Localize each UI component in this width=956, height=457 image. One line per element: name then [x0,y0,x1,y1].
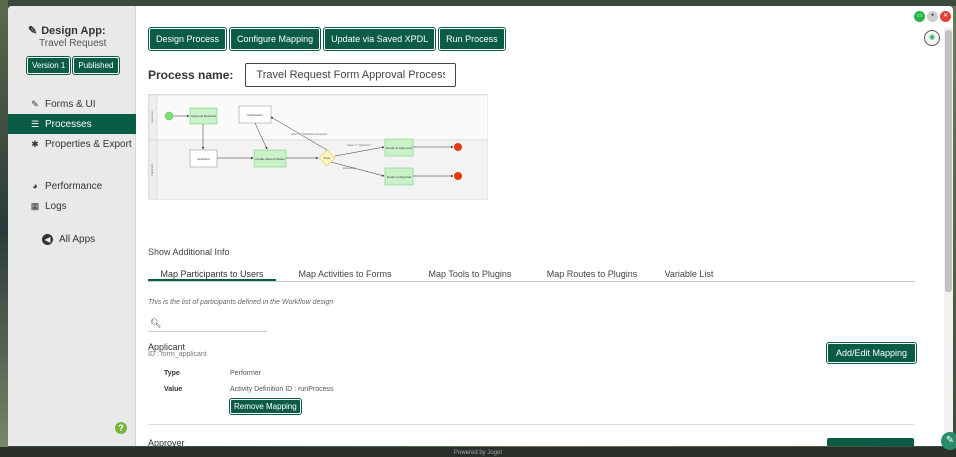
lane-label-applicant: Applicant [150,164,154,177]
scrollbar-thumb[interactable] [945,30,952,292]
participant-id: ID : form_applicant [148,351,207,358]
help-icon[interactable]: ? [115,422,127,434]
app-header: ✎ Design App: Travel Request Version 1 P… [8,6,135,75]
vertical-scrollbar[interactable] [944,28,953,446]
desktop-left-edge [0,0,8,457]
sidebar-item-performance[interactable]: ◕ Performance [8,176,136,196]
window-controls: ▭ ✦ ✕ [914,11,951,22]
tab-variable-list[interactable]: Variable List [658,264,720,281]
close-icon[interactable]: ✕ [940,11,951,22]
search-icon: 🔍︎ [150,318,162,328]
sidebar: ✎ Design App: Travel Request Version 1 P… [8,6,136,446]
value-label: Value [164,386,183,393]
sidebar-item-properties[interactable]: ✱ Properties & Export [8,134,136,154]
edit-icon: ✎ [31,98,39,109]
app-window: ✎ Design App: Travel Request Version 1 P… [8,6,953,446]
email-rejected-label: Email on Rejected [387,175,412,179]
run-process-button[interactable]: Run Process [438,27,506,51]
lane-label-approver: Approver [150,111,154,123]
participant-divider [148,424,915,425]
process-name-row: Process name: [148,63,457,87]
sidebar-item-label: Logs [45,200,67,212]
powered-by: Powered by Joget [453,450,503,456]
sidebar-item-forms[interactable]: ✎ Forms & UI [8,94,136,114]
approval-required-label: Approval Required [191,114,216,118]
sidebar-item-logs[interactable]: ▦ Logs [8,196,136,216]
dashboard-icon: ◕ [32,181,38,191]
value-value: Activity Definition ID : runProcess [230,386,334,393]
type-value: Performer [230,370,262,377]
maximize-icon[interactable]: ▭ [914,11,925,22]
sidebar-nav: ✎ Forms & UI ☰ Processes ✱ Properties & … [8,94,136,245]
sidebar-item-label: Properties & Export [45,138,132,150]
tab-map-participants[interactable]: Map Participants to Users [148,264,276,281]
start-node [164,111,174,121]
applicant-label: Applicant [197,157,210,161]
pin-icon[interactable]: ✦ [927,11,938,22]
app-title-text: Design App: [41,24,106,37]
pencil-icon[interactable]: ✎ [941,432,956,450]
clarification-label: Clarification [247,113,263,117]
add-edit-mapping-button-next[interactable] [827,438,914,446]
update-xpdl-button[interactable]: Update via Saved XPDL [323,27,437,51]
email-approved-label: Email on Approved [386,146,412,150]
arrow-left-icon: ◀ [42,234,53,245]
published-badge[interactable]: Published [72,56,120,75]
edit-icon[interactable]: ✎ [28,24,37,37]
otherwise-condition: (otherwise) [343,167,356,170]
tab-map-tools[interactable]: Map Tools to Plugins [414,264,526,281]
main-content: Design Process Configure Mapping Update … [136,6,953,446]
sidebar-item-processes[interactable]: ☰ Processes [8,114,136,134]
add-edit-mapping-button[interactable]: Add/Edit Mapping [825,342,918,364]
sidebar-item-label: Performance [45,180,103,192]
participant-name-next: Approver [148,438,185,446]
end-node-approved [454,143,462,151]
participants-description: This is the list of participants defined… [148,299,334,306]
process-name-field[interactable] [245,63,457,87]
end-node-rejected [454,172,462,180]
approved-condition: status == "Approved" [347,144,371,147]
tab-map-routes[interactable]: Map Routes to Plugins [536,264,648,281]
remove-mapping-button[interactable]: Remove Mapping [229,398,302,415]
app-badges: Version 1 Published [25,56,135,75]
search-input[interactable] [165,318,266,329]
version-badge[interactable]: Version 1 [25,56,72,75]
all-apps-label: All Apps [59,234,96,245]
type-label: Type [164,370,180,377]
sidebar-item-label: Processes [45,118,92,130]
all-apps-link[interactable]: ◀ All Apps [8,234,136,245]
process-name-label: Process name: [148,68,234,82]
configure-mapping-button[interactable]: Configure Mapping [229,27,322,51]
route-label: Route [324,157,331,160]
user-avatar[interactable]: ◉ [924,30,940,46]
app-title: ✎ Design App: [28,24,135,38]
participant-search: 🔍︎ [148,316,267,332]
logs-icon: ▦ [30,200,40,211]
process-diagram[interactable]: Approver Applicant Approval Required Cla… [148,94,489,201]
show-additional-info-link[interactable]: Show Additional Info [148,247,230,257]
list-icon: ☰ [30,118,40,129]
update-record-label: Update Record Status [255,157,285,161]
design-process-button[interactable]: Design Process [147,27,228,51]
clarification-condition: status == "Clarification Required" [291,133,328,136]
toolbar: Design Process Configure Mapping Update … [147,27,506,51]
tab-map-activities[interactable]: Map Activities to Forms [286,264,404,281]
gear-icon: ✱ [31,138,39,149]
app-subtitle: Travel Request [39,38,107,49]
mapping-tabs: Map Participants to Users Map Activities… [148,264,915,282]
sidebar-item-label: Forms & UI [45,98,96,110]
